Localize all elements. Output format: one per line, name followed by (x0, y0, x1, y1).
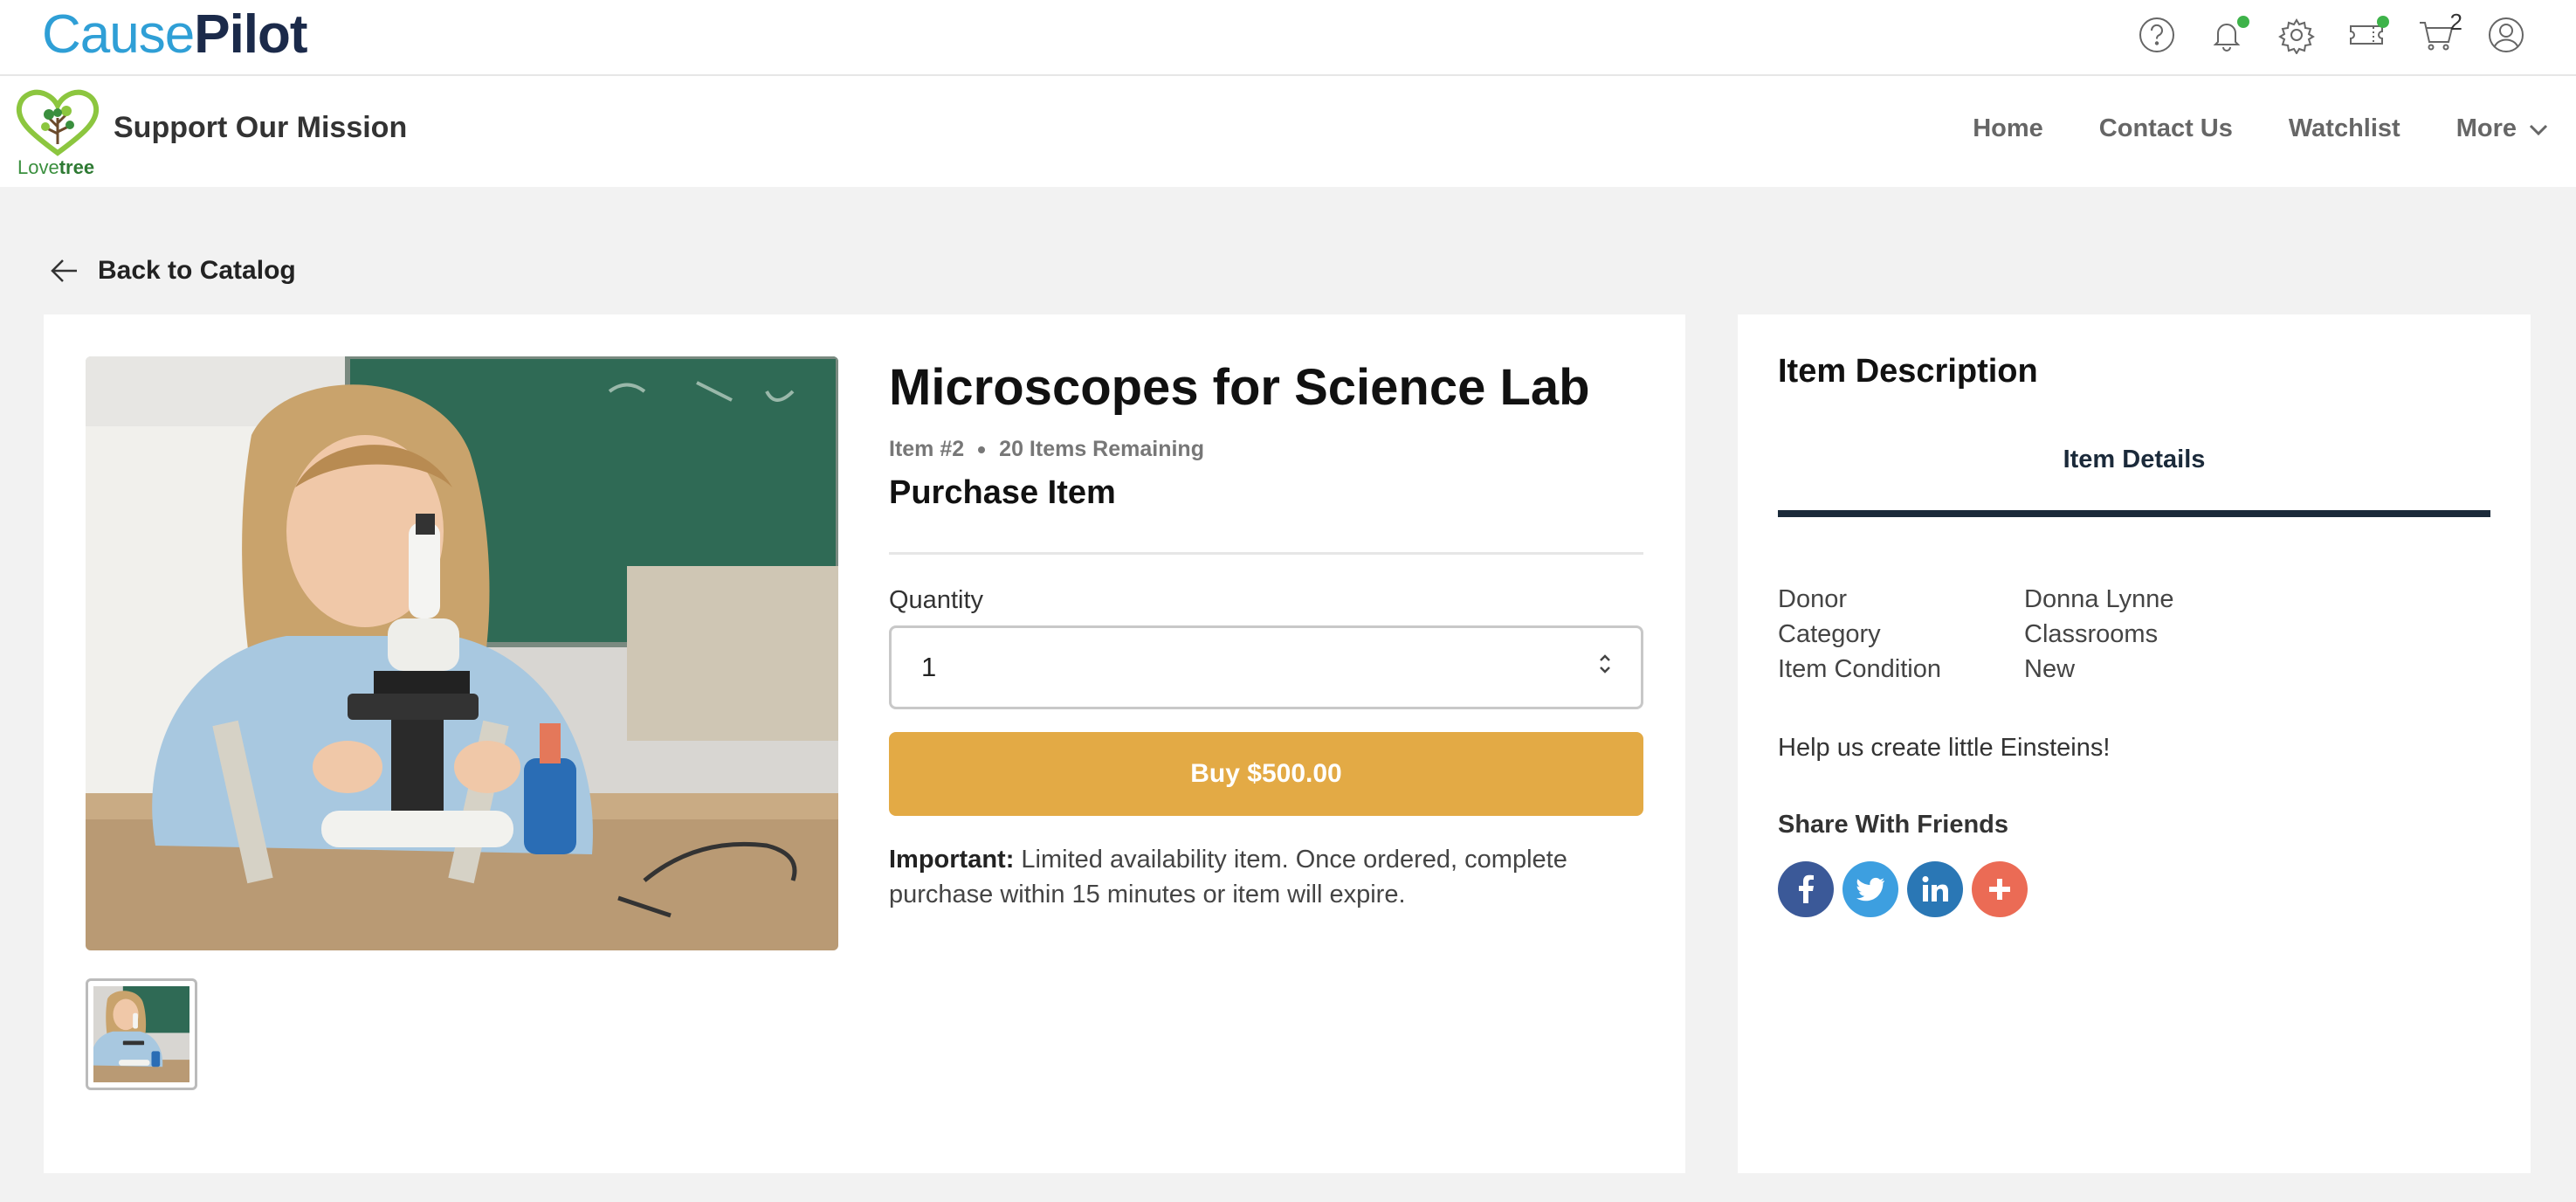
nav-home[interactable]: Home (1973, 114, 2043, 143)
important-notice: Important: Limited availability item. On… (889, 842, 1643, 912)
divider (889, 552, 1643, 555)
quantity-label: Quantity (889, 586, 983, 614)
share-linkedin-button[interactable] (1907, 861, 1963, 917)
organization-name: Support Our Mission (114, 111, 408, 144)
share-twitter-button[interactable] (1842, 861, 1898, 917)
notification-badge (2237, 16, 2249, 28)
notifications-button[interactable] (2192, 12, 2262, 58)
detail-row-category: Category Classrooms (1778, 617, 2173, 652)
causepilot-logo[interactable]: CausePilot (42, 3, 308, 66)
top-icons: 2 (2122, 9, 2541, 58)
account-button[interactable] (2471, 12, 2541, 58)
top-bar: CausePilot 2 (0, 0, 2576, 76)
settings-button[interactable] (2262, 12, 2331, 58)
detail-key: Category (1778, 620, 1881, 648)
item-title: Microscopes for Science Lab (889, 359, 1590, 416)
cart-button[interactable]: 2 (2401, 9, 2471, 58)
tickets-badge (2377, 16, 2389, 28)
item-thumbnail[interactable] (86, 978, 197, 1090)
gear-icon (2278, 18, 2315, 54)
detail-row-donor: Donor Donna Lynne (1778, 582, 2173, 617)
plus-icon (1989, 879, 2010, 900)
cart-count: 2 (2449, 9, 2462, 35)
twitter-icon (1856, 877, 1884, 902)
facebook-icon (1799, 874, 1814, 903)
detail-row-condition: Item Condition New (1778, 652, 2173, 687)
main-nav: Home Contact Us Watchlist More (1973, 114, 2550, 143)
brand-pilot: Pilot (194, 4, 307, 65)
item-card: Microscopes for Science Lab Item #2 20 I… (44, 314, 1685, 1173)
purchase-panel: Microscopes for Science Lab Item #2 20 I… (889, 356, 1643, 912)
items-remaining: 20 Items Remaining (999, 437, 1204, 461)
meta-separator (978, 446, 986, 453)
quantity-value: 1 (921, 652, 937, 682)
detail-value: New (2024, 655, 2076, 683)
thumbnail-photo (93, 986, 189, 1082)
buy-button[interactable]: Buy $500.00 (889, 732, 1643, 816)
lovetree-logo[interactable]: Lovetree (14, 88, 101, 178)
organization-nav: Lovetree Support Our Mission Home Contac… (0, 76, 2576, 187)
share-facebook-button[interactable] (1778, 861, 1834, 917)
nav-more-label: More (2455, 114, 2517, 142)
detail-key: Donor (1778, 585, 1847, 613)
heart-tree-icon (16, 89, 100, 156)
quantity-spinner[interactable] (1595, 651, 1615, 684)
item-description-card: Item Description Item Details Donor Donn… (1738, 314, 2531, 1173)
back-to-catalog-link[interactable]: Back to Catalog (49, 255, 296, 287)
item-description-text: Help us create little Einsteins! (1778, 734, 2111, 762)
up-down-arrows-icon (1600, 654, 1610, 674)
item-number: Item #2 (889, 437, 965, 461)
item-meta: Item #2 20 Items Remaining (889, 437, 1643, 462)
quantity-stepper[interactable]: 1 (889, 625, 1643, 709)
lovetree-wordmark: Lovetree (17, 156, 95, 178)
detail-value: Donna Lynne (2024, 585, 2174, 613)
tab-item-details[interactable]: Item Details (1778, 446, 2490, 517)
girl-with-microscope-photo (86, 356, 838, 950)
user-icon (2489, 17, 2524, 52)
chevron-down-icon (2529, 124, 2548, 135)
nav-more[interactable]: More (2456, 114, 2550, 143)
share-more-button[interactable] (1972, 861, 2028, 917)
social-share-buttons (1778, 861, 2028, 917)
purchase-heading: Purchase Item (889, 474, 1116, 511)
help-icon (2139, 17, 2174, 52)
help-button[interactable] (2122, 12, 2192, 58)
linkedin-icon (1922, 876, 1948, 902)
item-description-title: Item Description (1778, 353, 2038, 390)
detail-key: Item Condition (1778, 655, 1941, 683)
nav-watchlist[interactable]: Watchlist (2289, 114, 2400, 143)
item-main-image[interactable] (86, 356, 838, 950)
important-label: Important: (889, 846, 1015, 874)
share-heading: Share With Friends (1778, 811, 2009, 839)
brand-cause: Cause (42, 4, 195, 65)
detail-value: Classrooms (2024, 620, 2159, 648)
nav-contact-us[interactable]: Contact Us (2099, 114, 2233, 143)
arrow-left-icon (51, 259, 77, 282)
tickets-button[interactable] (2331, 12, 2401, 58)
item-details-list: Donor Donna Lynne Category Classrooms It… (1778, 582, 2173, 687)
back-label: Back to Catalog (98, 256, 296, 285)
